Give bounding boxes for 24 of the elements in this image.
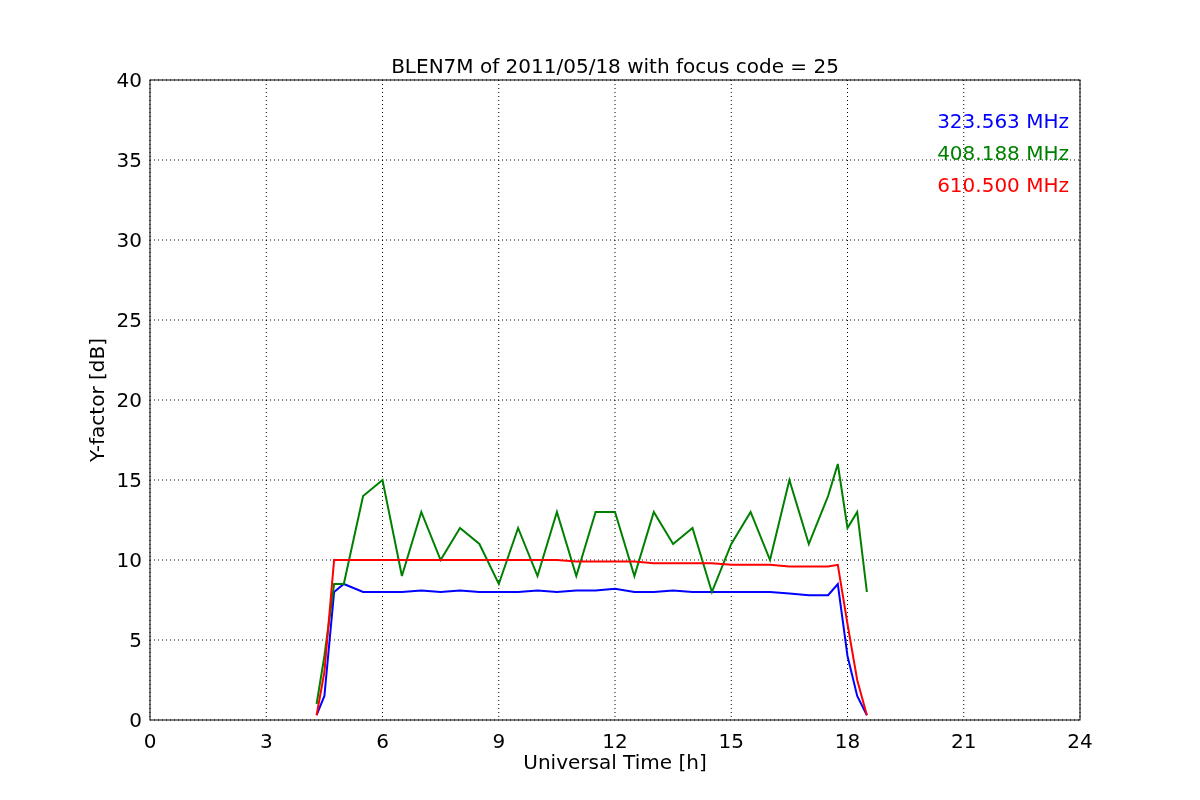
- legend-label: 408.188 MHz: [937, 141, 1069, 165]
- tick-label: 18: [834, 729, 861, 753]
- tick-label: 24: [1067, 729, 1093, 753]
- tick-label: 35: [116, 148, 142, 172]
- tick-label: 9: [492, 729, 506, 753]
- axis-label: Y-factor [dB]: [85, 338, 109, 462]
- tick-label: 21: [951, 729, 977, 753]
- tick-label: 30: [116, 228, 142, 252]
- tick-label: 12: [602, 729, 628, 753]
- tick-label: 3: [259, 729, 273, 753]
- tick-label: 5: [129, 628, 142, 652]
- tick-label: 0: [129, 708, 142, 732]
- tick-label: 40: [116, 68, 142, 92]
- tick-label: 25: [116, 308, 142, 332]
- tick-label: 10: [116, 548, 142, 572]
- axis-label: Universal Time [h]: [523, 750, 707, 774]
- tick-label: 15: [718, 729, 744, 753]
- legend-label: 610.500 MHz: [937, 173, 1069, 197]
- tick-label: 20: [116, 388, 142, 412]
- tick-label: 15: [116, 468, 142, 492]
- tick-label: 0: [143, 729, 157, 753]
- legend-label: 323.563 MHz: [937, 109, 1069, 133]
- tick-label: 6: [376, 729, 389, 753]
- chart-title: BLEN7M of 2011/05/18 with focus code = 25: [391, 54, 839, 78]
